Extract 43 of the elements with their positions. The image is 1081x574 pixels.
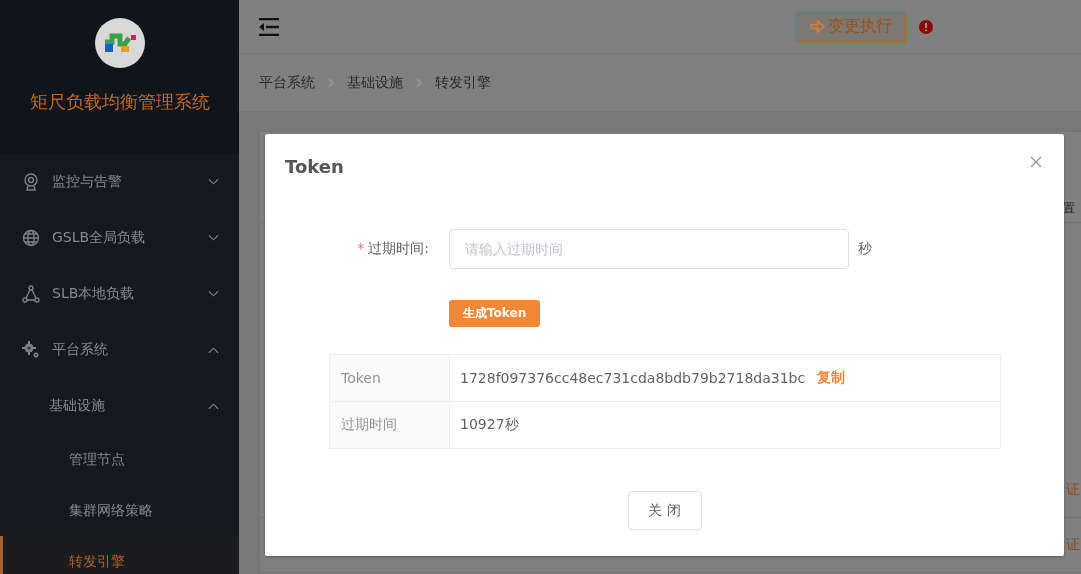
menu-item[interactable]: 监控与告警 bbox=[0, 154, 239, 210]
table-cell: 10927秒 bbox=[460, 416, 519, 434]
chevron-down-icon bbox=[208, 178, 219, 186]
chevron-up-icon bbox=[208, 346, 219, 354]
arrow-icon bbox=[810, 20, 825, 33]
dialog-title: Token bbox=[285, 156, 344, 177]
network-icon bbox=[22, 285, 40, 303]
table-label-cell: Token bbox=[330, 355, 450, 401]
chevron-down-icon bbox=[208, 290, 219, 298]
logo-icon bbox=[94, 18, 145, 68]
chevron-up-icon bbox=[208, 402, 219, 410]
menu-label: SLB本地负载 bbox=[52, 285, 136, 303]
menu-item[interactable]: SLB本地负载 bbox=[0, 266, 239, 322]
required-mark: * bbox=[357, 240, 365, 256]
table-label-cell: 过期时间 bbox=[330, 402, 450, 448]
menu-label: 监控与告警 bbox=[52, 173, 123, 191]
menu-label: 基础设施 bbox=[49, 397, 106, 415]
menu-item[interactable]: 平台系统 bbox=[0, 322, 239, 378]
breadcrumb-item[interactable]: 平台系统 bbox=[259, 73, 315, 92]
expiry-input-field[interactable]: 请输入过期时间 bbox=[449, 229, 849, 269]
app-title: 矩尺负载均衡管理系统 bbox=[29, 90, 210, 114]
menu-item[interactable]: 集群网络策略 bbox=[0, 485, 239, 536]
breadcrumb-item[interactable]: 基础设施 bbox=[347, 73, 403, 92]
menu-item[interactable]: 管理节点 bbox=[0, 434, 239, 485]
breadcrumb-item[interactable]: 转发引擎 bbox=[435, 73, 491, 92]
globe-icon bbox=[22, 229, 40, 247]
close-icon[interactable] bbox=[1030, 155, 1042, 168]
chevron-right-icon bbox=[416, 77, 422, 88]
table-header-cell: 置 bbox=[1063, 199, 1075, 217]
menu-label: GSLB全局负载 bbox=[52, 229, 147, 247]
close-button[interactable]: 关 闭 bbox=[627, 491, 702, 530]
unit-label: 秒 bbox=[858, 240, 872, 258]
table-cell: 1728f097376cc48ec731cda8bdb79b2718da31bc bbox=[460, 370, 806, 386]
menu-icon[interactable] bbox=[259, 17, 279, 36]
menu-item[interactable]: 转发引擎 bbox=[0, 536, 239, 574]
field-label: * 过期时间: bbox=[356, 240, 430, 258]
menu-item[interactable]: GSLB全局负载 bbox=[0, 210, 239, 266]
chevron-right-icon bbox=[328, 77, 334, 88]
menu-label: 平台系统 bbox=[52, 341, 109, 359]
chevron-down-icon bbox=[208, 234, 219, 242]
generate-token-button[interactable]: 生成Token bbox=[449, 300, 541, 327]
submenu-item[interactable]: 基础设施 bbox=[0, 378, 239, 434]
copy-link[interactable]: 复制 bbox=[817, 369, 846, 387]
